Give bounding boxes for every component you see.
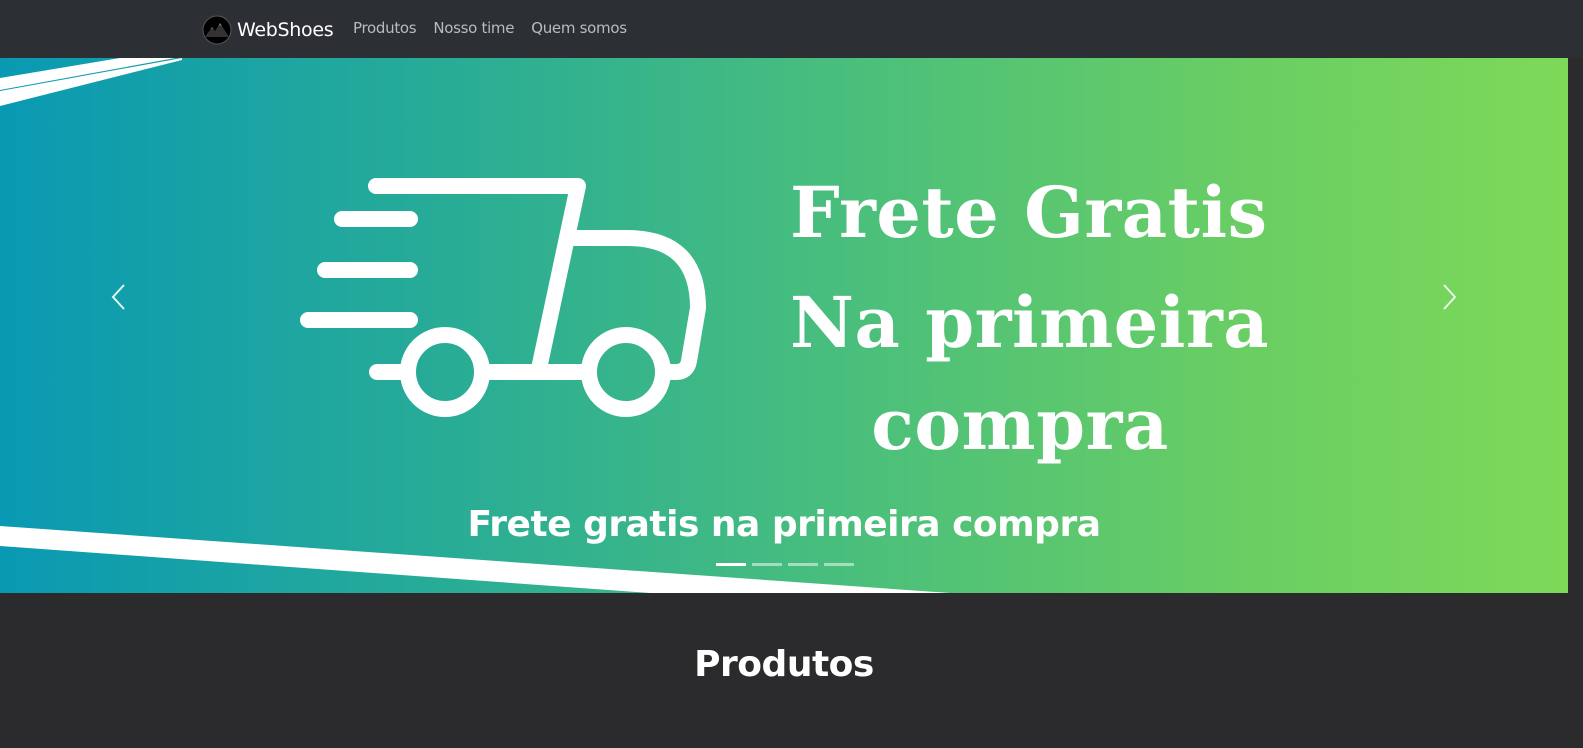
section-title-produtos: Produtos <box>694 644 874 685</box>
headline-line-3: compra <box>871 383 1169 466</box>
chevron-left-icon <box>111 284 125 310</box>
carousel-prev-button[interactable] <box>98 280 138 314</box>
mountain-logo-icon <box>202 15 232 45</box>
nav-item-produtos[interactable]: Produtos <box>353 19 417 37</box>
decorative-stripe-top <box>0 58 175 90</box>
nav-item-quem-somos[interactable]: Quem somos <box>531 19 627 37</box>
chevron-right-icon <box>1443 284 1457 310</box>
delivery-truck-icon <box>300 178 706 417</box>
main-nav: Produtos Nosso time Quem somos <box>353 19 644 37</box>
carousel-indicator-4[interactable] <box>824 563 854 566</box>
headline-line-1: Frete Gratis <box>790 171 1268 254</box>
carousel-next-button[interactable] <box>1430 280 1470 314</box>
carousel-indicator-3[interactable] <box>788 563 818 566</box>
carousel-indicator-2[interactable] <box>752 563 782 566</box>
carousel-indicators <box>716 563 854 566</box>
carousel-caption: Frete gratis na primeira compra <box>467 504 1101 545</box>
nav-item-nosso-time[interactable]: Nosso time <box>433 19 514 37</box>
carousel-indicator-1[interactable] <box>716 563 746 566</box>
brand-name: WebShoes <box>237 19 334 41</box>
page-scrollbar[interactable] <box>1568 58 1583 748</box>
hero-carousel: Frete Gratis Na primeira compra Frete gr… <box>0 58 1568 593</box>
headline-line-2: Na primeira <box>790 281 1270 364</box>
brand-link[interactable]: WebShoes <box>202 15 334 45</box>
navbar: WebShoes Produtos Nosso time Quem somos <box>0 0 1583 58</box>
